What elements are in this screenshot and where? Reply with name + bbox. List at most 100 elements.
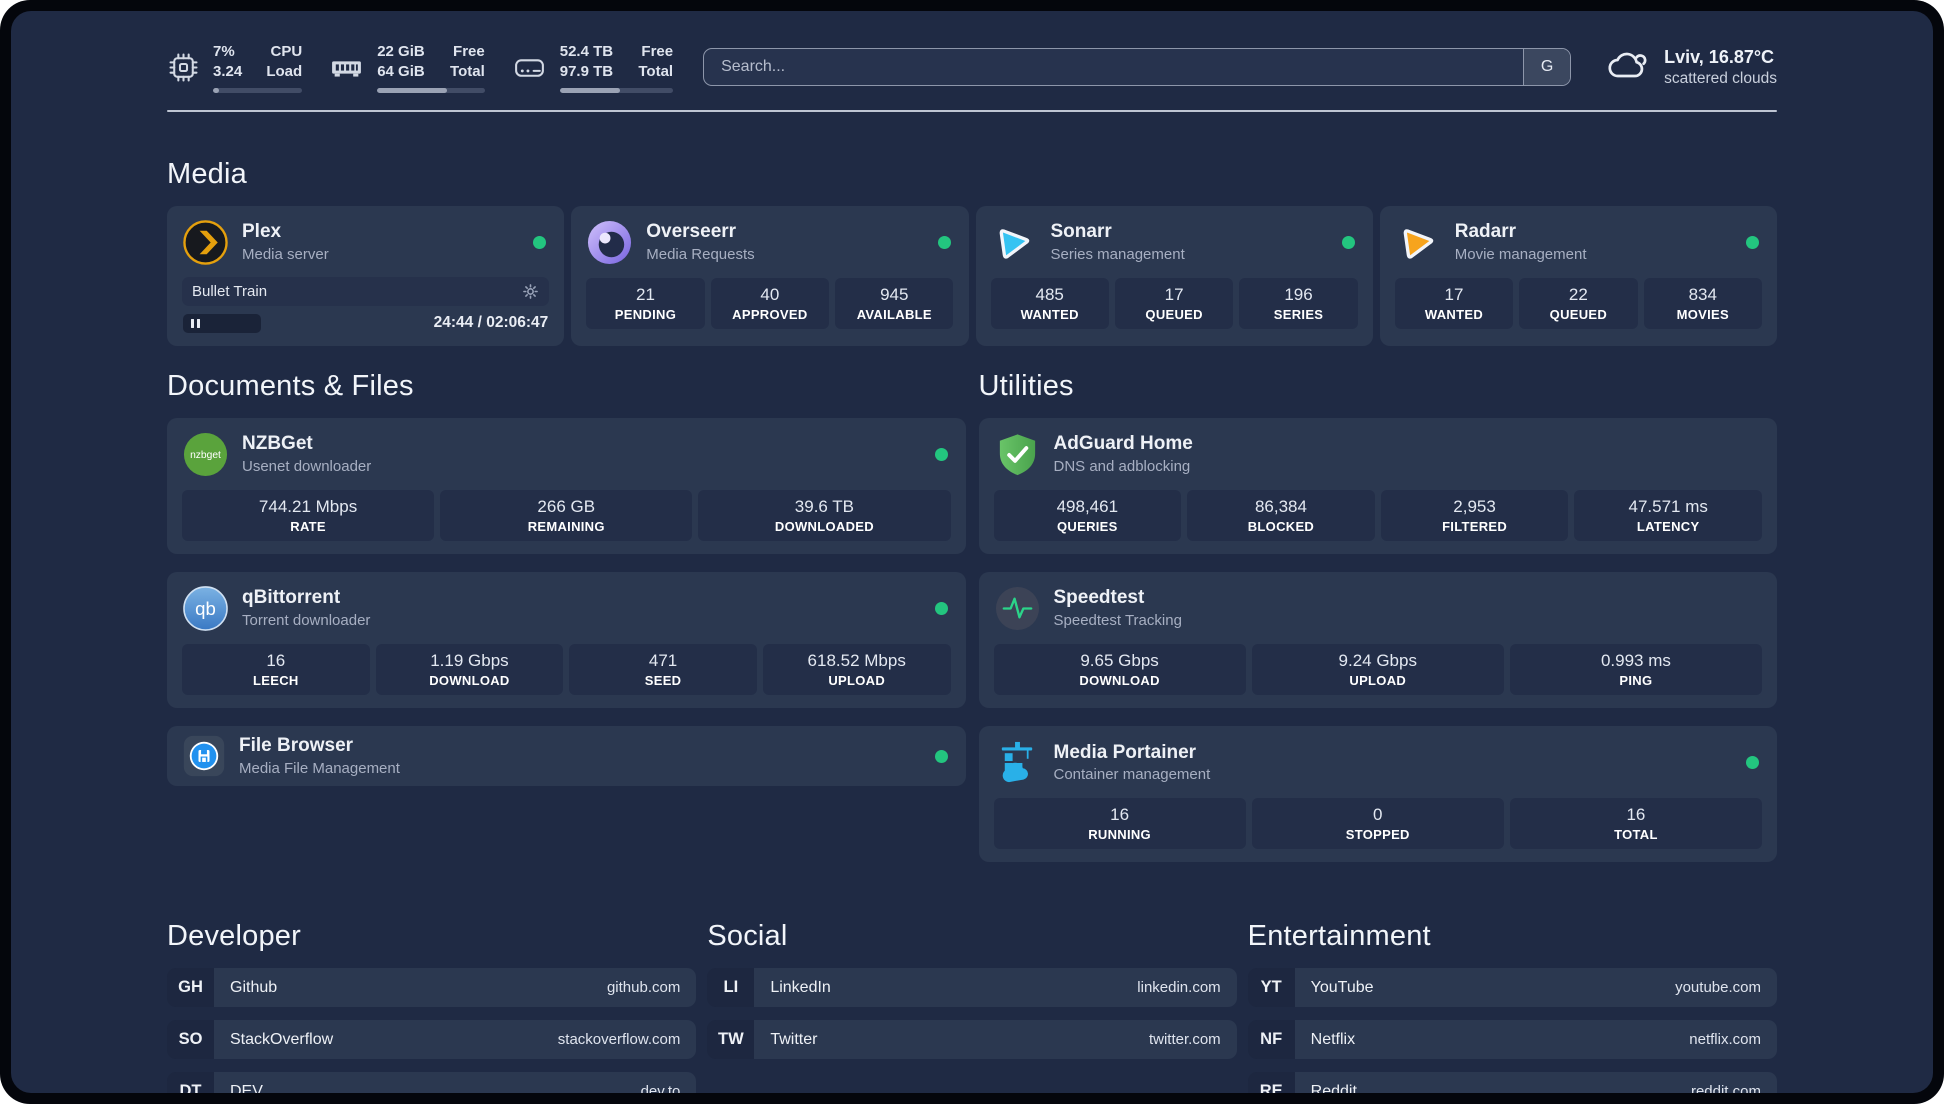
- link-stackoverflow[interactable]: SO StackOverflow stackoverflow.com: [167, 1020, 697, 1060]
- app-subtitle: Movie management: [1454, 245, 1587, 263]
- section-title-developer: Developer: [167, 920, 301, 953]
- link-github[interactable]: GH Github github.com: [167, 968, 697, 1008]
- app-subtitle: Speedtest Tracking: [1053, 612, 1182, 630]
- stat-tile: 618.52 Mbps UPLOAD: [762, 643, 951, 696]
- app-subtitle: Media File Management: [239, 759, 400, 777]
- plex-icon: [182, 219, 229, 266]
- weather-location: Lviv, 16.87°C: [1664, 47, 1775, 68]
- stat-tile: 485 WANTED: [990, 277, 1109, 329]
- now-playing-title: Bullet Train: [192, 282, 268, 300]
- stat-value: 39.6 TB: [794, 496, 855, 516]
- link-netflix[interactable]: NF Netflix netflix.com: [1247, 1020, 1777, 1060]
- weather-condition: scattered clouds: [1664, 69, 1777, 87]
- nzbget-card[interactable]: nzbget NZBGet Usenet downloader 744.21 M…: [167, 417, 966, 554]
- stat-label: LATENCY: [1636, 518, 1700, 534]
- link-youtube[interactable]: YT YouTube youtube.com: [1247, 968, 1777, 1008]
- search-engine-button[interactable]: G: [1523, 49, 1571, 86]
- dashboard: 7% 3.24 CPU Load 22 GiB 64 GiB Free Tota…: [11, 11, 1933, 1093]
- stat-tile: 16 TOTAL: [1509, 798, 1762, 850]
- app-title: Plex: [242, 221, 282, 243]
- adguard-card[interactable]: AdGuard Home DNS and adblocking 498,461 …: [978, 417, 1777, 554]
- stat-tile: 196 SERIES: [1239, 277, 1358, 329]
- section-title-documents: Documents & Files: [167, 369, 414, 402]
- player-settings-icon[interactable]: [522, 283, 539, 300]
- stat-value: 471: [648, 650, 678, 670]
- app-subtitle: Series management: [1050, 245, 1185, 263]
- status-dot: [934, 601, 948, 615]
- link-name: Twitter: [770, 1030, 818, 1048]
- stat-label: LEECH: [253, 673, 299, 689]
- app-title: AdGuard Home: [1053, 433, 1193, 455]
- stat-tile: 266 GB REMAINING: [440, 489, 693, 541]
- link-dev[interactable]: DT DEV dev.to: [167, 1072, 697, 1093]
- app-title: Speedtest: [1053, 587, 1145, 609]
- overseerr-card[interactable]: Overseerr Media Requests 21 PENDING 40 A…: [571, 205, 969, 346]
- search-bar[interactable]: G: [703, 48, 1572, 87]
- radarr-card[interactable]: Radarr Movie management 17 WANTED 22 QUE…: [1379, 205, 1777, 346]
- portainer-card[interactable]: Media Portainer Container management 16 …: [978, 726, 1777, 863]
- disk-total-label: Total: [638, 62, 674, 80]
- plex-card[interactable]: Plex Media server Bullet Train 24:44 / 0…: [167, 205, 565, 346]
- status-dot: [1746, 756, 1759, 770]
- disk-stat: 52.4 TB 97.9 TB Free Total: [512, 42, 674, 93]
- stat-value: 22: [1568, 284, 1588, 304]
- nzbget-icon: nzbget: [182, 431, 229, 478]
- link-badge: SO: [167, 1020, 214, 1060]
- app-subtitle: Usenet downloader: [242, 457, 372, 475]
- app-title: qBittorrent: [242, 587, 341, 609]
- overseerr-icon: [586, 219, 633, 266]
- app-subtitle: DNS and adblocking: [1053, 457, 1191, 475]
- stat-tile: 17 WANTED: [1394, 277, 1514, 329]
- search-input[interactable]: [704, 49, 1524, 86]
- section-title-social: Social: [707, 920, 788, 953]
- now-playing-row: Bullet Train: [182, 276, 550, 306]
- stat-label: BLOCKED: [1247, 518, 1315, 534]
- header-divider: [167, 109, 1777, 112]
- stat-value: 834: [1688, 284, 1717, 304]
- stat-label: FILTERED: [1442, 518, 1508, 534]
- stat-value: 86,384: [1254, 496, 1307, 516]
- link-twitter[interactable]: TW Twitter twitter.com: [707, 1020, 1237, 1060]
- qbittorrent-card[interactable]: qb qBittorrent Torrent downloader 16 LEE…: [167, 571, 966, 709]
- status-dot: [934, 447, 948, 461]
- svg-text:nzbget: nzbget: [190, 450, 221, 461]
- link-reddit[interactable]: RE Reddit reddit.com: [1247, 1072, 1777, 1093]
- stat-value: 21: [635, 284, 655, 304]
- app-subtitle: Torrent downloader: [242, 612, 371, 630]
- stat-label: PING: [1619, 673, 1653, 689]
- link-linkedin[interactable]: LI LinkedIn linkedin.com: [707, 968, 1237, 1008]
- stat-value: 618.52 Mbps: [807, 650, 906, 670]
- ram-free-value: 22 GiB: [377, 43, 425, 60]
- stat-value: 47.571 ms: [1628, 496, 1708, 516]
- ram-progress-bar: [377, 87, 485, 93]
- stat-value: 17: [1164, 284, 1184, 304]
- stat-value: 16: [266, 650, 286, 670]
- stat-tile: 744.21 Mbps RATE: [182, 489, 435, 541]
- speedtest-card[interactable]: Speedtest Speedtest Tracking 9.65 Gbps D…: [978, 571, 1777, 709]
- window-frame: 7% 3.24 CPU Load 22 GiB 64 GiB Free Tota…: [0, 0, 1944, 1104]
- app-subtitle: Container management: [1053, 766, 1211, 784]
- weather-widget: Lviv, 16.87°C scattered clouds: [1605, 45, 1777, 90]
- stat-label: DOWNLOADED: [774, 518, 874, 534]
- ram-total-value: 64 GiB: [377, 62, 425, 80]
- link-name: Github: [230, 978, 278, 996]
- stat-tile: 0.993 ms PING: [1509, 643, 1762, 696]
- link-url: reddit.com: [1690, 1083, 1761, 1093]
- stat-value: 16: [1626, 805, 1646, 825]
- cpu-label: CPU: [270, 43, 303, 60]
- stat-value: 196: [1284, 284, 1313, 304]
- stat-tile: 9.24 Gbps UPLOAD: [1251, 643, 1504, 696]
- stat-label: SEED: [644, 673, 682, 689]
- stat-label: QUERIES: [1057, 518, 1118, 534]
- stat-value: 40: [760, 284, 780, 304]
- filebrowser-card[interactable]: File Browser Media File Management: [167, 726, 966, 787]
- cpu-stat: 7% 3.24 CPU Load: [167, 42, 303, 93]
- stat-tile: 2,953 FILTERED: [1380, 489, 1569, 541]
- section-title-media: Media: [167, 157, 247, 190]
- stat-tile: 834 MOVIES: [1643, 277, 1762, 329]
- status-dot: [1341, 235, 1355, 249]
- sonarr-card[interactable]: Sonarr Series management 485 WANTED 17 Q…: [975, 205, 1373, 346]
- stat-value: 9.65 Gbps: [1080, 650, 1159, 670]
- link-badge: TW: [707, 1020, 755, 1060]
- pause-button[interactable]: [183, 313, 261, 333]
